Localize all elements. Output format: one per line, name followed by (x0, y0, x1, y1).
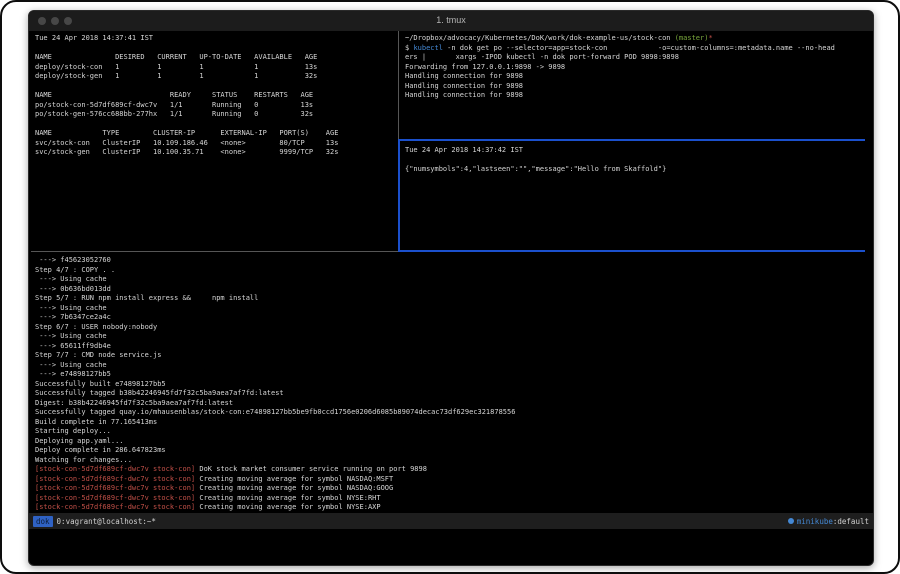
window-titlebar[interactable]: 1. tmux (29, 11, 873, 32)
desktop-background: 1. tmux Tue 24 Apr 2018 14:37:41 IST NAM… (0, 0, 900, 574)
pane-kubectl-watch[interactable]: Tue 24 Apr 2018 14:37:41 IST NAME DESIRE… (29, 31, 404, 255)
active-pane-border-bottom[interactable] (398, 250, 865, 252)
pane-port-forward-shell[interactable]: ~/Dropbox/advocacy/Kubernetes/DoK/work/d… (400, 31, 874, 142)
pane-curl-output-active[interactable]: Tue 24 Apr 2018 14:37:42 IST {"numsymbol… (400, 141, 870, 255)
pane-divider-vertical[interactable] (398, 31, 399, 139)
pane-skaffold-build-log[interactable]: ---> f45623052760Step 4/7 : COPY . . ---… (29, 253, 873, 516)
kube-context-label: minikube (797, 517, 833, 526)
kubernetes-icon (788, 518, 794, 524)
terminal-window: 1. tmux Tue 24 Apr 2018 14:37:41 IST NAM… (28, 10, 874, 566)
tmux-window-item[interactable]: 0:vagrant@localhost:~* (57, 517, 156, 526)
window-title: 1. tmux (29, 15, 873, 25)
tmux-status-bar: dok 0:vagrant@localhost:~* minikube :def… (29, 513, 873, 529)
tmux-session-badge[interactable]: dok (33, 516, 53, 527)
kube-namespace-label: :default (833, 517, 869, 526)
pane-divider-horizontal[interactable] (31, 251, 398, 252)
